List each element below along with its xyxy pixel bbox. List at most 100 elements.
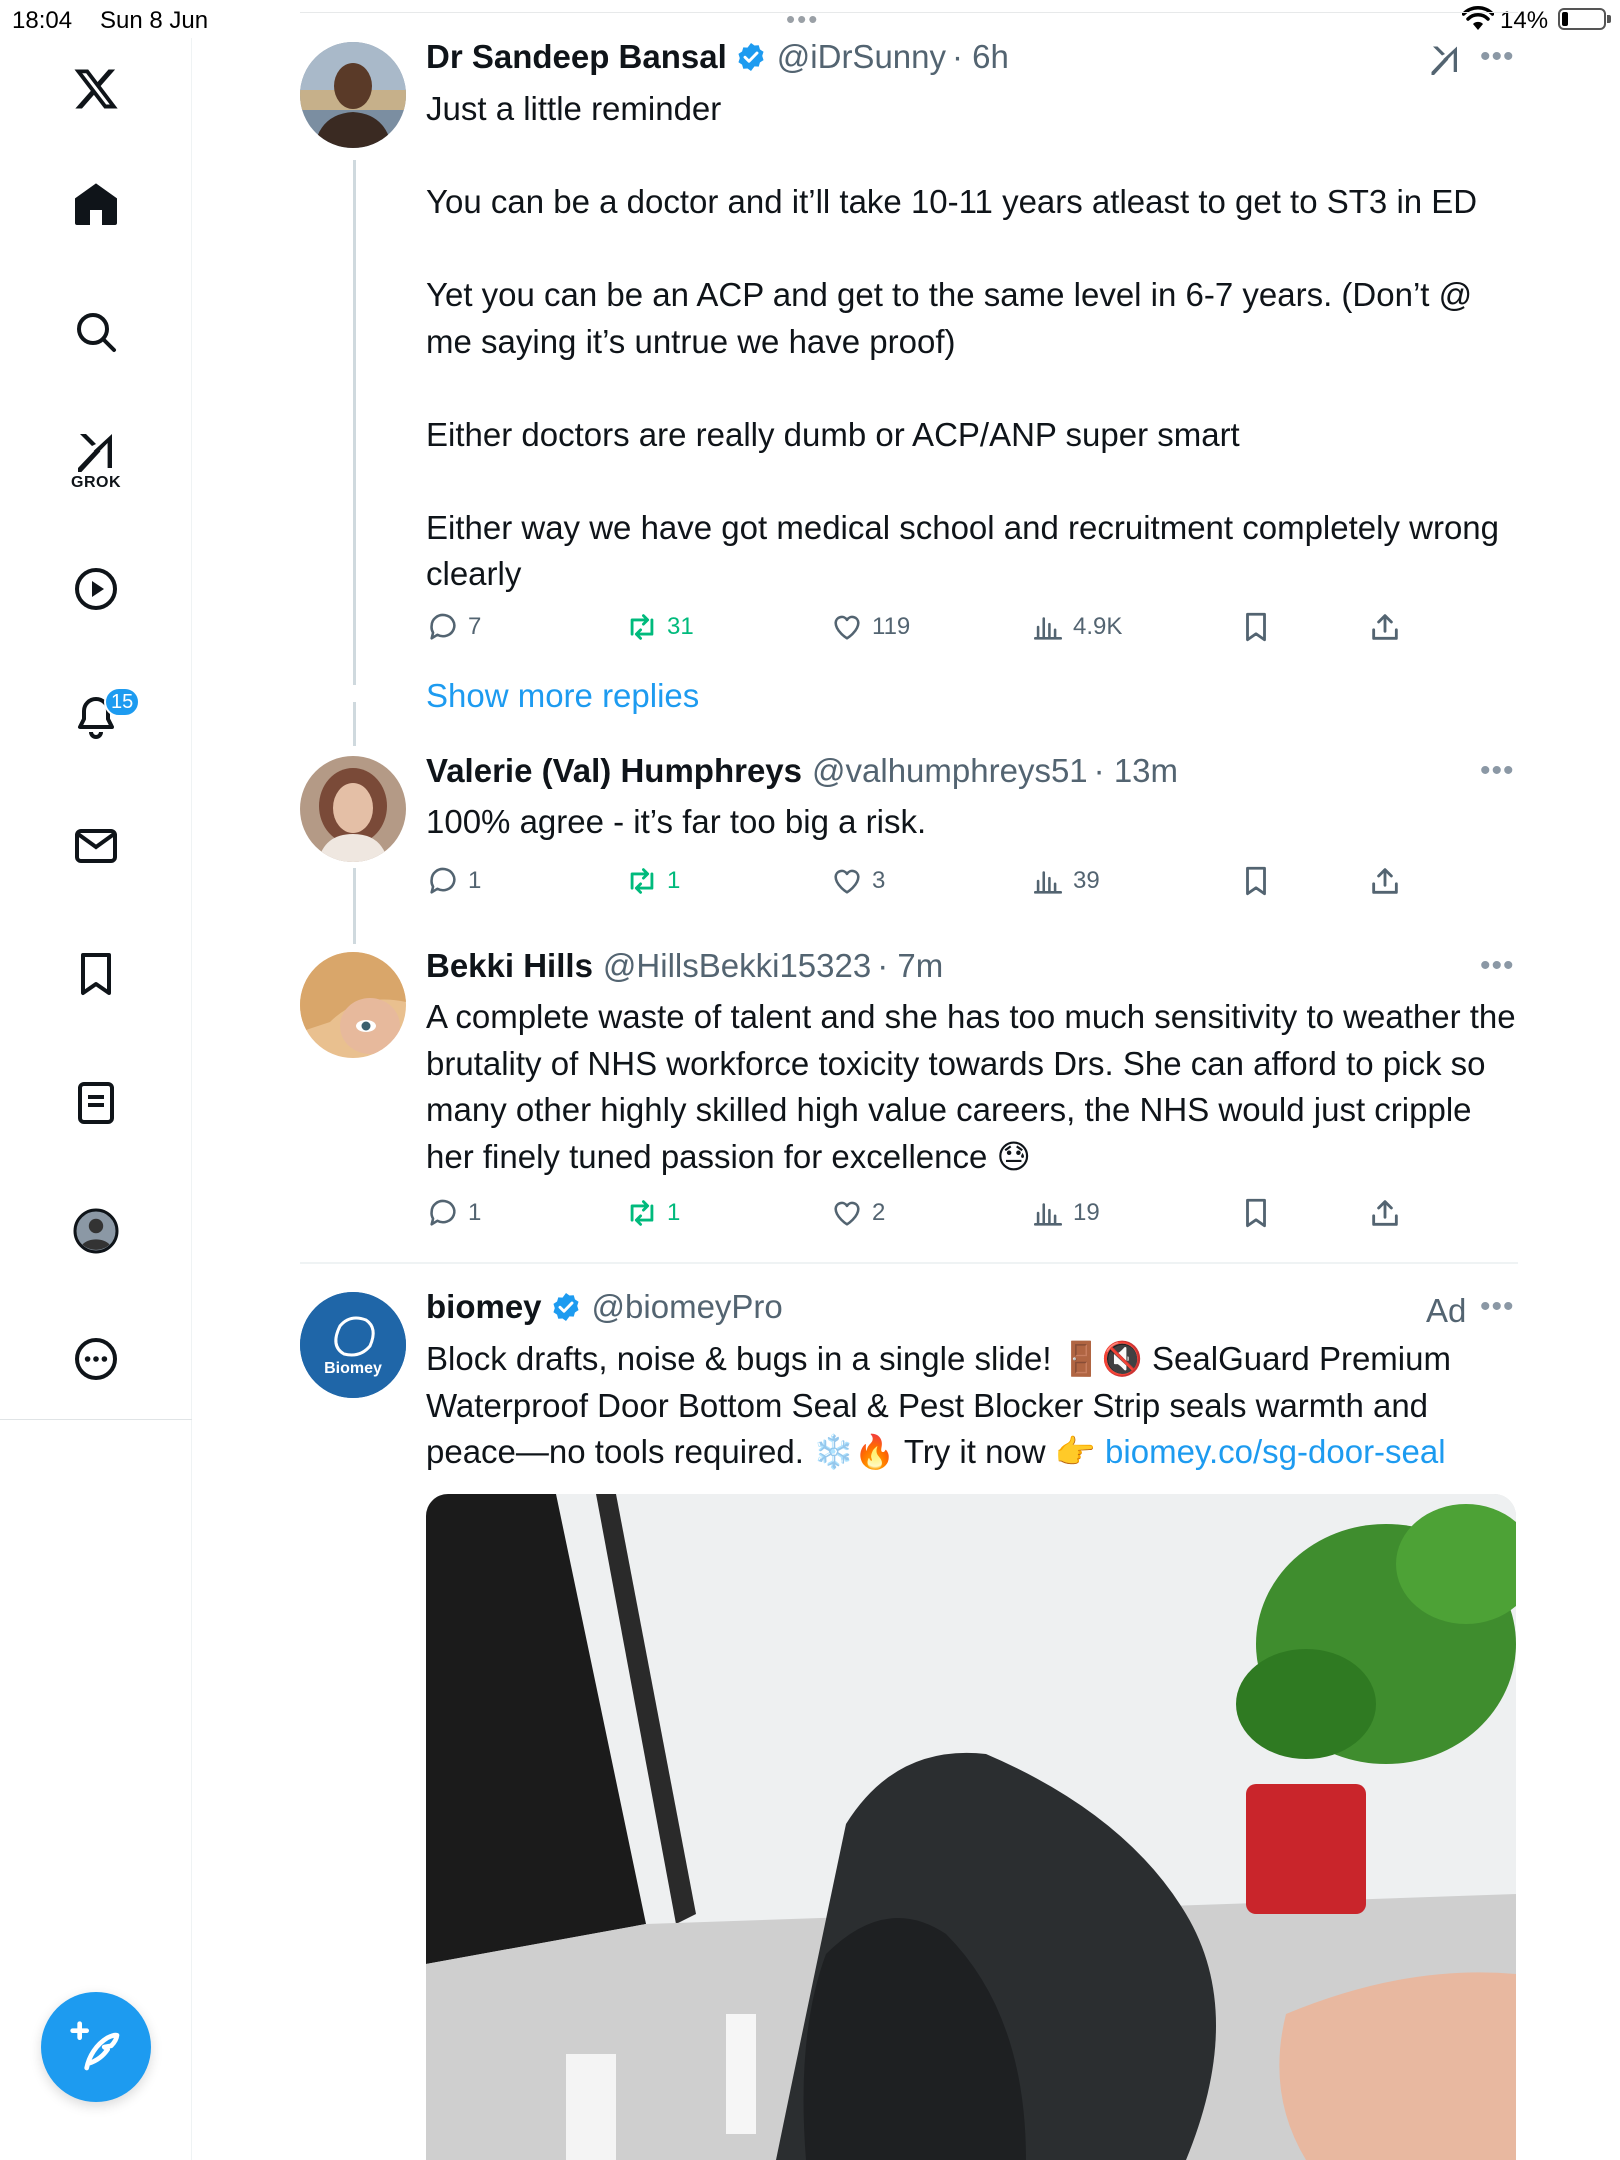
like-button[interactable]: 2 (830, 1196, 885, 1230)
bookmark-icon (1246, 1198, 1266, 1228)
like-count: 2 (872, 1199, 886, 1226)
views-button[interactable]: 19 (1031, 1196, 1100, 1230)
grok-icon[interactable]: GROK (60, 422, 132, 512)
tweet-time[interactable]: · 6h (952, 38, 1009, 76)
tweet-time[interactable]: · 7m (877, 947, 943, 985)
more-options-icon[interactable]: ••• (1480, 1290, 1515, 1324)
search-icon[interactable] (60, 296, 132, 368)
share-button[interactable] (1368, 1196, 1402, 1230)
compose-button[interactable] (41, 1992, 151, 2102)
reply-icon (430, 867, 456, 894)
avatar[interactable] (300, 756, 406, 862)
x-logo-icon[interactable] (60, 53, 132, 125)
reply-count: 7 (468, 613, 482, 640)
show-more-replies-link[interactable]: Show more replies (426, 677, 699, 715)
verified-badge-icon (738, 43, 764, 71)
repost-button[interactable]: 1 (625, 864, 680, 898)
notification-badge: 15 (104, 687, 141, 717)
author-name[interactable]: biomey (426, 1288, 542, 1326)
ad-link[interactable]: biomey.co/sg-door-seal (1105, 1433, 1446, 1470)
grok-explain-icon[interactable] (1427, 42, 1463, 78)
bookmark-icon (1246, 612, 1266, 642)
notifications-icon[interactable]: 15 (60, 681, 141, 753)
repost-icon (630, 614, 654, 640)
ad-avatar-text: Biomey (324, 1360, 382, 1377)
repost-button[interactable]: 31 (625, 610, 694, 644)
tweet-text: 100% agree - it’s far too big a risk. (426, 803, 927, 840)
lists-icon[interactable] (60, 1067, 132, 1139)
author-handle[interactable]: @valhumphreys51 (812, 752, 1088, 790)
repost-count: 1 (667, 867, 681, 894)
home-icon[interactable] (60, 168, 132, 240)
heart-icon (834, 869, 860, 894)
tweet-time[interactable]: · 13m (1094, 752, 1178, 790)
status-date: Sun 8 Jun (100, 7, 209, 34)
bookmarks-icon[interactable] (60, 938, 132, 1010)
tweet-actions: 7 31 119 4.9K (426, 610, 1426, 650)
author-name[interactable]: Valerie (Val) Humphreys (426, 752, 802, 790)
bookmark-button[interactable] (1239, 864, 1273, 898)
thread-line (353, 702, 356, 746)
share-icon (1372, 614, 1398, 640)
messages-icon[interactable] (60, 810, 132, 882)
tweet-header: Bekki Hills @HillsBekki15323 · 7m (426, 947, 943, 985)
repost-button[interactable]: 1 (625, 1196, 680, 1230)
tweet-separator (300, 1262, 1518, 1264)
more-options-icon[interactable]: ••• (1480, 754, 1515, 788)
more-options-icon[interactable]: ••• (1480, 949, 1515, 983)
reply-button[interactable]: 1 (426, 864, 481, 898)
author-name[interactable]: Bekki Hills (426, 947, 593, 985)
views-button[interactable]: 4.9K (1031, 610, 1122, 644)
share-button[interactable] (1368, 610, 1402, 644)
video-icon[interactable] (60, 553, 132, 625)
share-icon (1372, 868, 1398, 894)
heart-icon (834, 615, 860, 640)
grok-label: GROK (71, 474, 121, 491)
ad-label: Ad (1426, 1292, 1467, 1329)
profile-icon[interactable] (60, 1195, 132, 1267)
battery-icon (1558, 8, 1611, 30)
views-icon (1033, 617, 1063, 640)
author-handle[interactable]: @biomeyPro (592, 1288, 783, 1326)
reply-icon (430, 613, 456, 640)
reply-count: 1 (468, 1199, 482, 1226)
sidebar: GROK 15 (0, 38, 192, 2160)
tweet-actions: 1 1 2 19 (426, 1196, 1426, 1236)
more-icon[interactable] (60, 1323, 132, 1395)
author-name[interactable]: Dr Sandeep Bansal (426, 38, 727, 76)
repost-icon (630, 868, 654, 894)
avatar[interactable] (300, 952, 406, 1058)
repost-icon (630, 1200, 654, 1226)
tweet-header: Valerie (Val) Humphreys @valhumphreys51 … (426, 752, 1178, 790)
views-icon (1033, 871, 1063, 894)
reply-button[interactable]: 1 (426, 1196, 481, 1230)
tweet-text: Just a little reminder You can be a doct… (426, 90, 1500, 592)
ad-media-image[interactable] (426, 1494, 1516, 2160)
like-button[interactable]: 119 (830, 610, 910, 644)
bookmark-button[interactable] (1239, 610, 1273, 644)
tweet-actions: 1 1 3 39 (426, 864, 1426, 904)
like-count: 119 (872, 613, 911, 640)
avatar[interactable]: Biomey (300, 1292, 406, 1398)
heart-icon (834, 1201, 860, 1226)
bookmark-button[interactable] (1239, 1196, 1273, 1230)
tweet-header: Dr Sandeep Bansal @iDrSunny · 6h (426, 38, 1009, 76)
multitasking-dots-icon[interactable]: ••• (786, 4, 819, 35)
status-time: 18:04 (12, 7, 73, 34)
view-count: 19 (1073, 1199, 1100, 1226)
repost-count: 31 (667, 613, 694, 640)
avatar[interactable] (300, 42, 406, 148)
more-options-icon[interactable]: ••• (1480, 40, 1515, 74)
author-handle[interactable]: @iDrSunny (777, 38, 946, 76)
author-handle[interactable]: @HillsBekki15323 (603, 947, 871, 985)
thread-line (353, 868, 356, 944)
reply-button[interactable]: 7 (426, 610, 481, 644)
thread-line (353, 160, 356, 685)
views-button[interactable]: 39 (1031, 864, 1100, 898)
bookmark-icon (1246, 866, 1266, 896)
tweet-text: A complete waste of talent and she has t… (426, 998, 1525, 1175)
share-icon (1372, 1200, 1398, 1226)
share-button[interactable] (1368, 864, 1402, 898)
view-count: 39 (1073, 867, 1100, 894)
like-button[interactable]: 3 (830, 864, 885, 898)
